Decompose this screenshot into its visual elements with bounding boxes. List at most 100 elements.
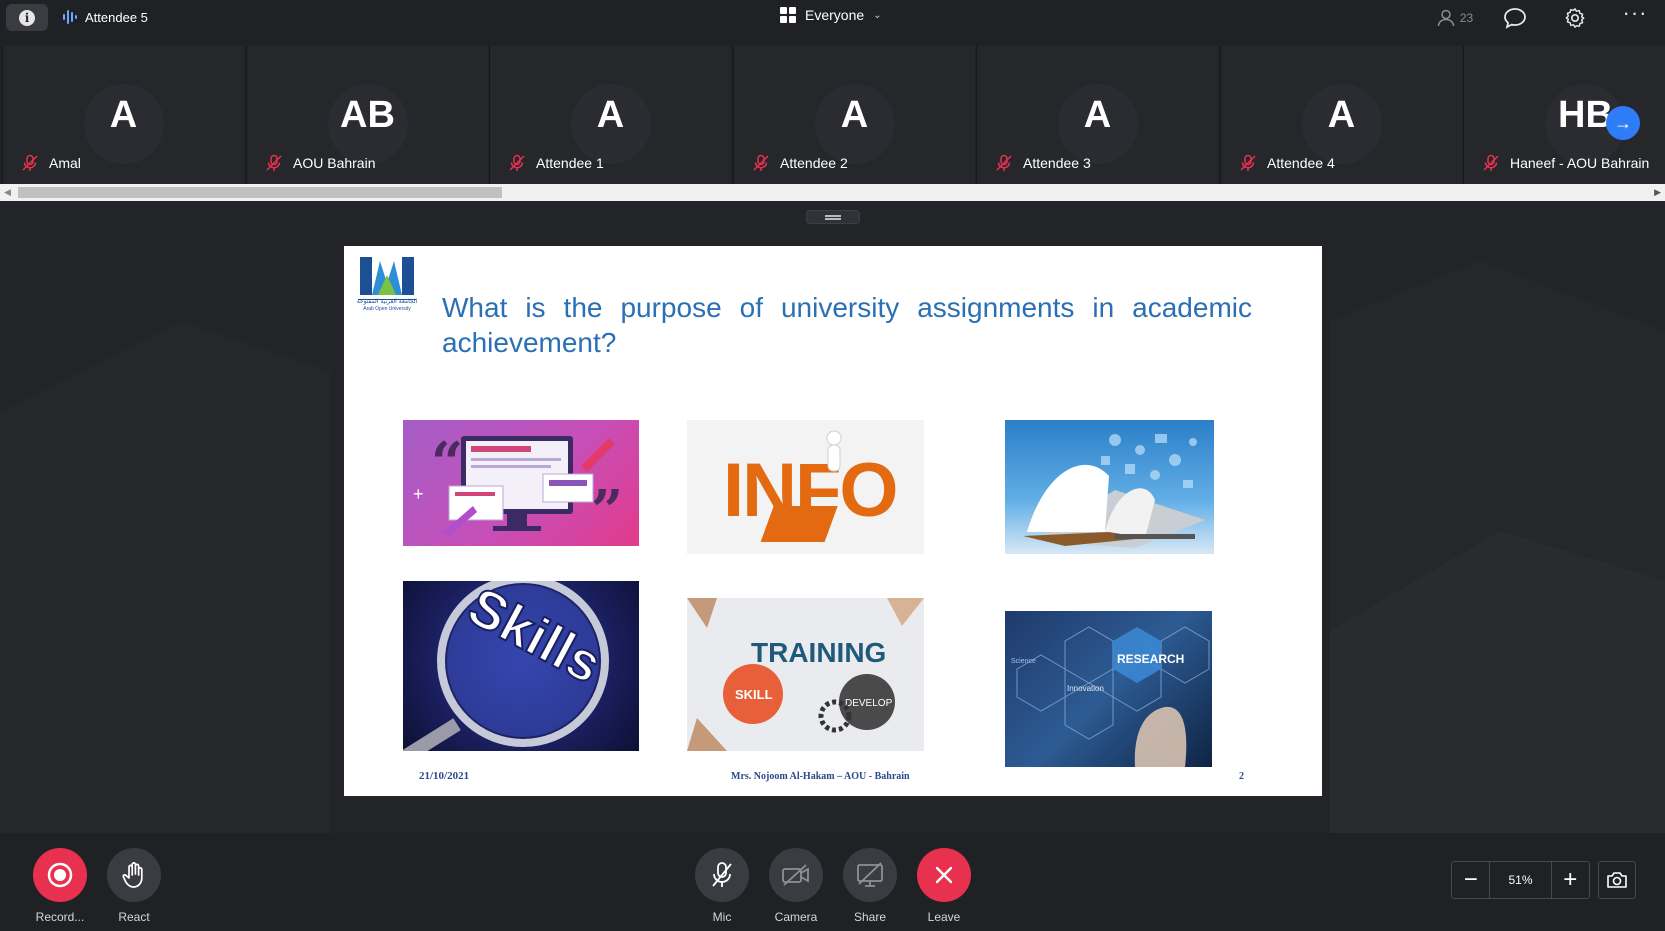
participant-tile[interactable]: A Attendee 4 [1220, 46, 1462, 184]
zoom-in-button[interactable]: + [1552, 862, 1589, 898]
participant-name: AOU Bahrain [293, 155, 376, 171]
top-bar: i Attendee 5 Everyone ⌄ 23 ··· [0, 0, 1665, 38]
participant-tile[interactable]: A Amal [2, 46, 244, 184]
participant-name: Attendee 2 [780, 155, 848, 171]
training-image-text: TRAINING [751, 637, 886, 668]
research-image: RESEARCH Innovation Science [1005, 611, 1212, 767]
mic-muted-icon [712, 862, 732, 887]
participant-tile[interactable]: AB AOU Bahrain [246, 46, 488, 184]
person-icon [1437, 9, 1455, 27]
mic-muted-icon [1483, 154, 1499, 171]
participant-name: Amal [49, 155, 81, 171]
shared-content-stage: الجامعة العربية المفتوحة Arab Open Unive… [0, 201, 1665, 833]
camera-control[interactable]: Camera [769, 848, 823, 924]
record-icon [47, 862, 73, 888]
gear-icon [1565, 8, 1585, 28]
participant-initials: A [596, 94, 625, 136]
participant-name: Attendee 3 [1023, 155, 1091, 171]
innovation-image-text: Innovation [1067, 684, 1104, 693]
participant-tile[interactable]: A Attendee 2 [733, 46, 975, 184]
research-image-text: RESEARCH [1117, 652, 1184, 666]
chat-button[interactable] [1485, 0, 1545, 36]
minus-icon: − [1463, 866, 1478, 893]
participant-tile[interactable]: A Attendee 1 [489, 46, 731, 184]
slide-title: What is the purpose of university assign… [442, 292, 1252, 358]
screenshot-button[interactable] [1598, 861, 1636, 899]
svg-text:”: ” [591, 478, 623, 544]
writing-illustration: “ ” + [403, 420, 639, 546]
participant-initials: A [109, 94, 138, 136]
participant-tile[interactable]: A Attendee 3 [976, 46, 1218, 184]
participant-name: Haneef - AOU Bahrain [1510, 155, 1650, 171]
mic-muted-icon [509, 154, 525, 171]
scroll-left-icon[interactable]: ◀ [4, 187, 11, 198]
training-image: TRAINING SKILL DEVELOP [687, 598, 924, 751]
participant-initials: A [1083, 94, 1112, 136]
raise-hand-icon [122, 862, 143, 888]
chat-bubble-icon [1504, 8, 1526, 29]
record-button[interactable] [33, 848, 87, 902]
scroll-right-icon[interactable]: ▶ [1654, 187, 1661, 198]
mic-control[interactable]: Mic [695, 848, 749, 924]
plus-icon: + [1563, 866, 1578, 893]
participant-strip: A Amal AB AOU Bahrain A Attendee 1 A Att… [0, 46, 1665, 184]
scrollbar-thumb[interactable] [18, 187, 502, 198]
camera-icon [1607, 872, 1627, 888]
participants-count: 23 [1459, 11, 1474, 25]
resize-handle[interactable] [806, 210, 860, 224]
leave-control[interactable]: Leave [917, 848, 971, 924]
mic-muted-icon [22, 154, 38, 171]
view-selector[interactable]: Everyone ⌄ [780, 7, 882, 23]
more-icon: ··· [1622, 0, 1648, 25]
zoom-control: − 51% + [1451, 861, 1590, 899]
slide-presenter: Mrs. Nojoom Al-Hakam – AOU - Bahrain [731, 771, 910, 782]
react-control[interactable]: React [107, 848, 161, 924]
mic-muted-icon [266, 154, 282, 171]
zoom-level: 51% [1489, 862, 1552, 898]
audio-level-icon [63, 9, 77, 25]
leave-label: Leave [927, 910, 961, 924]
develop-image-text: DEVELOP [845, 698, 893, 709]
react-button[interactable] [107, 848, 161, 902]
participant-strip-scrollbar[interactable]: ◀ ▶ [0, 184, 1665, 201]
skills-image: Skills [403, 581, 639, 751]
meeting-info-button[interactable]: i [6, 4, 48, 31]
camera-off-icon [782, 864, 809, 886]
bottom-control-bar: Record... React Mic Camera Share Leave −… [0, 833, 1665, 931]
more-options-button[interactable]: ··· [1605, 0, 1665, 36]
arrow-right-icon: → [1614, 112, 1632, 133]
settings-button[interactable] [1545, 0, 1605, 36]
record-control[interactable]: Record... [33, 848, 87, 924]
camera-button[interactable] [769, 848, 823, 902]
active-speaker-indicator: Attendee 5 [63, 9, 148, 25]
react-label: React [118, 910, 150, 924]
logo-arabic-text: الجامعة العربية المفتوحة [356, 298, 418, 305]
science-image-text: Science [1011, 658, 1036, 665]
logo-english-text: Arab Open University [363, 306, 411, 312]
participant-initials: A [1327, 94, 1356, 136]
presentation-slide: الجامعة العربية المفتوحة Arab Open Unive… [344, 246, 1322, 796]
share-button[interactable] [843, 848, 897, 902]
view-selector-label: Everyone [805, 7, 865, 23]
info-icon: i [19, 9, 35, 26]
share-control[interactable]: Share [843, 848, 897, 924]
mic-muted-icon [996, 154, 1012, 171]
participant-initials: AB [340, 94, 395, 136]
zoom-out-button[interactable]: − [1452, 862, 1489, 898]
participant-initials: A [840, 94, 869, 136]
info-image: INFO [687, 420, 924, 554]
active-speaker-name: Attendee 5 [85, 9, 148, 25]
participant-name: Attendee 4 [1267, 155, 1335, 171]
ebook-laptop-image [1005, 420, 1214, 554]
slide-page-number: 2 [1239, 771, 1244, 782]
mic-button[interactable] [695, 848, 749, 902]
participant-name: Attendee 1 [536, 155, 604, 171]
next-page-button[interactable]: → [1606, 106, 1640, 140]
participants-button[interactable]: 23 [1425, 0, 1485, 36]
grid-view-icon [780, 7, 796, 23]
mic-muted-icon [1240, 154, 1256, 171]
aou-logo: الجامعة العربية المفتوحة Arab Open Unive… [352, 253, 422, 315]
leave-button[interactable] [917, 848, 971, 902]
mic-muted-icon [753, 154, 769, 171]
skill-image-text: SKILL [735, 687, 773, 702]
